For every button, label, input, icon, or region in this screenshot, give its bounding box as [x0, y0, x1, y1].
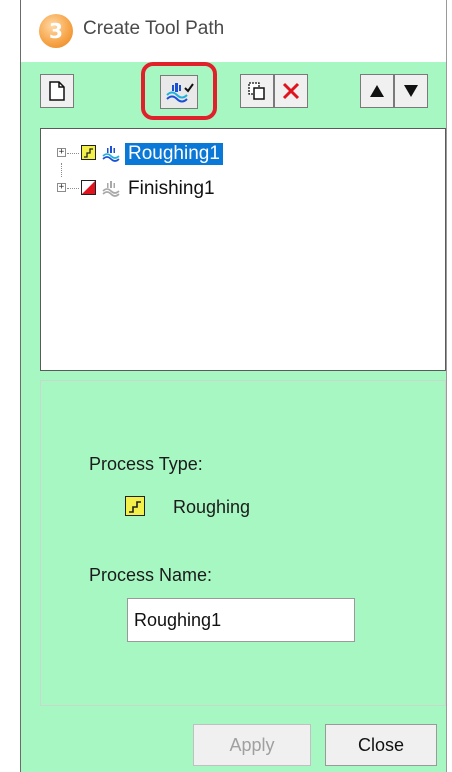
toolpath-inactive-icon: [102, 181, 120, 197]
close-button[interactable]: Close: [325, 724, 437, 766]
process-name-input[interactable]: [127, 598, 355, 642]
tree-connector: [67, 188, 79, 189]
outer-background: [0, 0, 20, 772]
finishing-type-icon: [81, 180, 96, 195]
toolbar: [21, 62, 446, 128]
move-up-button[interactable]: [360, 74, 394, 108]
title-bar[interactable]: 3 Create Tool Path: [21, 0, 446, 62]
tree-connector-vertical: [61, 163, 62, 177]
app-logo-icon: 3: [39, 14, 73, 48]
tree-item-label: Roughing1: [125, 143, 223, 165]
new-document-icon: [49, 81, 65, 101]
expand-icon[interactable]: +: [57, 148, 66, 157]
window-title: Create Tool Path: [83, 18, 225, 39]
delete-x-icon: [282, 82, 300, 100]
triangle-up-icon: [370, 85, 384, 97]
process-type-value: Roughing: [173, 497, 251, 517]
toolpath-icon: [166, 83, 194, 103]
process-details-panel: [40, 380, 446, 706]
toolpath-active-icon: [102, 146, 120, 162]
expand-icon[interactable]: +: [57, 183, 66, 192]
new-process-button[interactable]: [40, 74, 74, 108]
roughing-type-icon: [81, 145, 96, 160]
process-tree[interactable]: + Roughing1 + Finishing1: [40, 128, 446, 371]
copy-process-button[interactable]: [240, 74, 274, 108]
roughing-type-icon: [125, 496, 145, 516]
tree-connector: [67, 153, 79, 154]
process-name-label: Process Name:: [89, 565, 213, 585]
create-tool-path-window: 3 Create Tool Path + Roughing1 + Finishi…: [20, 0, 446, 772]
move-down-button[interactable]: [394, 74, 428, 108]
process-type-label: Process Type:: [89, 454, 203, 474]
copy-icon: [248, 82, 265, 100]
delete-process-button[interactable]: [274, 74, 308, 108]
create-toolpath-button[interactable]: [160, 75, 198, 109]
tree-item-roughing1[interactable]: + Roughing1: [41, 143, 441, 165]
triangle-down-icon: [404, 85, 418, 97]
tree-item-label: Finishing1: [128, 178, 215, 199]
apply-button[interactable]: Apply: [193, 724, 311, 766]
tree-item-finishing1[interactable]: + Finishing1: [41, 178, 441, 200]
window-edge: [446, 0, 452, 772]
